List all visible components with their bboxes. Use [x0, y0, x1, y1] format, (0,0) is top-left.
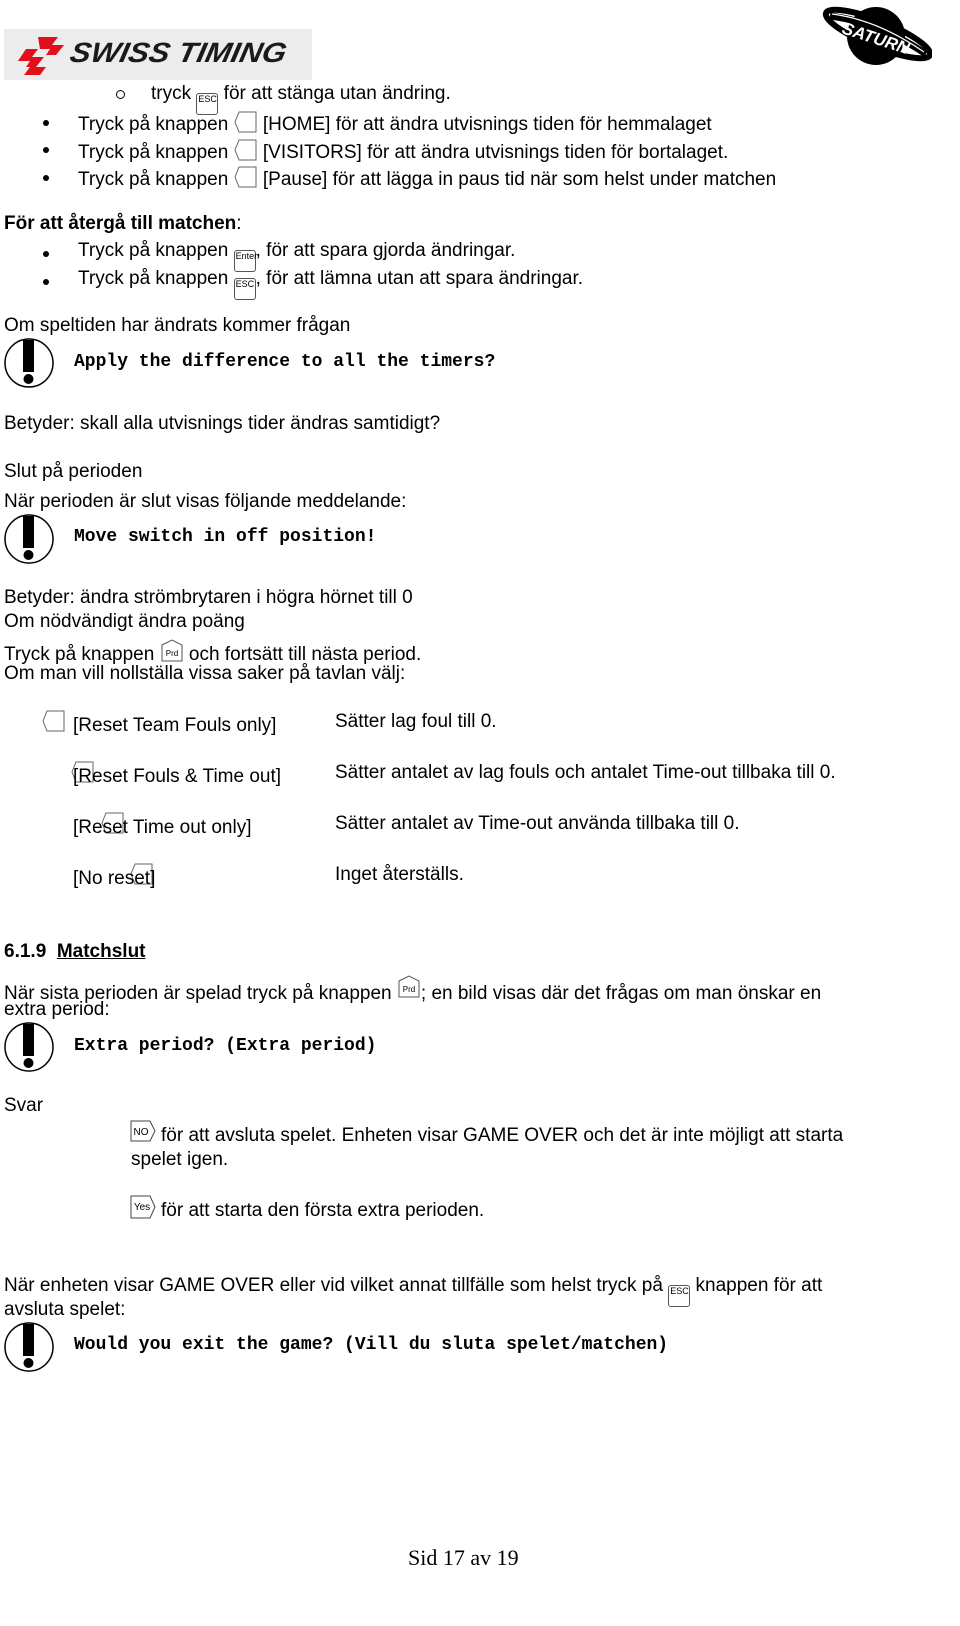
saturn-logo: SATURN: [822, 6, 932, 65]
gametime-intro: Om speltiden har ändrats kommer frågan: [4, 315, 351, 336]
item-suffix: , för att lämna utan att spara ändringar…: [255, 268, 584, 289]
home-key-icon: [234, 111, 257, 133]
bullet-icon: [43, 175, 49, 181]
softkey-icon: [42, 710, 65, 732]
item-prefix: Tryck på knappen: [78, 268, 229, 289]
answer-text: för att starta den första extra perioden…: [161, 1200, 485, 1221]
reset-option-label: [Reset Team Fouls only]: [73, 715, 277, 736]
line-suffix: och fortsätt till nästa period.: [188, 644, 422, 665]
display-message: Move switch in off position!: [74, 527, 377, 547]
answer-text: för att avsluta spelet. Enheten visar GA…: [161, 1125, 844, 1146]
match-end-intro: När sista perioden är spelad tryck på kn…: [4, 975, 821, 1005]
heading-bold: För att återgå till matchen: [4, 213, 237, 234]
match-end-intro-line2: extra period:: [4, 999, 110, 1020]
display-message: Apply the difference to all the timers?: [74, 352, 496, 372]
svg-text:NO: NO: [134, 1127, 149, 1138]
list-item: Tryck på knappen [VISITORS] för att ändr…: [78, 138, 728, 164]
item-suffix: [VISITORS] för att ändra utvisnings tide…: [262, 142, 729, 163]
sub-bullet-icon: [116, 90, 125, 99]
period-end-intro: När perioden är slut visas följande medd…: [4, 491, 407, 512]
item-prefix: Tryck på knappen: [78, 240, 229, 261]
section-title: Matchslut: [56, 941, 146, 962]
item-prefix: tryck: [151, 83, 192, 104]
item-prefix: Tryck på knappen: [78, 114, 229, 135]
section-heading: För att återgå till matchen:: [4, 213, 242, 235]
period-end-line2: Om nödvändigt ändra poäng: [4, 611, 245, 632]
bullet-icon: [43, 279, 49, 285]
item-suffix: , för att spara gjorda ändringar.: [255, 240, 516, 261]
list-item: Tryck på knappen [Pause] för att lägga i…: [78, 165, 776, 191]
page-number: Sid 17 av 19: [408, 1545, 519, 1570]
period-end-meaning: Betyder: ändra strömbrytaren i högra hör…: [4, 587, 413, 608]
item-prefix: Tryck på knappen: [78, 142, 229, 163]
display-message: Would you exit the game? (Vill du sluta …: [74, 1335, 669, 1355]
item-prefix: Tryck på knappen: [78, 169, 229, 190]
answer-text-line2: spelet igen.: [131, 1149, 229, 1170]
period-end-title: Slut på perioden: [4, 461, 143, 482]
reset-option-label: [No reset]: [73, 868, 156, 889]
swiss-timing-wordmark: SWISS TIMING: [67, 37, 290, 68]
swiss-timing-logo: SWISS TIMING: [4, 29, 312, 80]
item-suffix: [HOME] för att ändra utvisnings tiden fö…: [262, 114, 712, 135]
swiss-timing-mark-icon: [18, 37, 64, 75]
reset-option-label: [Reset Time out only]: [73, 817, 252, 838]
warning-icon: [4, 514, 54, 564]
line-prefix: När enheten visar GAME OVER eller vid vi…: [4, 1275, 663, 1296]
gametime-meaning: Betyder: skall alla utvisnings tider änd…: [4, 413, 441, 434]
line-prefix: Tryck på knappen: [4, 644, 155, 665]
reset-option-label: [Reset Fouls & Time out]: [73, 766, 282, 787]
yes-key-icon: Yes: [130, 1195, 156, 1219]
svg-text:Prd: Prd: [165, 649, 177, 658]
section-heading: 6.1.9 Matchslut: [4, 941, 146, 963]
warning-icon: [4, 338, 54, 388]
bullet-icon: [43, 120, 49, 126]
warning-icon: [4, 1022, 54, 1072]
svg-text:Prd: Prd: [403, 985, 415, 994]
line-suffix: ; en bild visas där det frågas om man ön…: [420, 983, 822, 1004]
pause-key-icon: [234, 166, 257, 188]
warning-icon: [4, 1322, 54, 1372]
line-suffix: knappen för att: [695, 1275, 823, 1296]
reset-option-description: Sätter lag foul till 0.: [335, 711, 497, 732]
prd-key-icon: Prd: [398, 975, 420, 998]
reset-option-description: Sätter antalet av lag fouls och antalet …: [335, 762, 836, 783]
period-end-line3: Tryck på knappen Prd och fortsätt till n…: [4, 639, 421, 666]
svg-text:Yes: Yes: [134, 1202, 150, 1213]
answer-label: Svar: [4, 1095, 44, 1116]
section-number: 6.1.9: [4, 941, 47, 962]
prd-key-icon: Prd: [161, 639, 183, 662]
reset-options-list: [Reset Team Fouls only] Sätter lag foul …: [0, 0, 960, 889]
exit-instruction: När enheten visar GAME OVER eller vid vi…: [4, 1275, 822, 1307]
item-suffix: [Pause] för att lägga in paus tid när so…: [262, 169, 777, 190]
bullet-icon: [43, 147, 49, 153]
list-item: Tryck på knappen ESC, för att lämna utan…: [78, 268, 583, 300]
bullet-icon: [43, 251, 49, 257]
display-message: Extra period? (Extra period): [74, 1036, 377, 1056]
esc-key-icon: ESC: [233, 278, 256, 300]
visitors-key-icon: [234, 139, 257, 161]
exit-instruction-line2: avsluta spelet:: [4, 1299, 126, 1320]
no-key-icon: NO: [130, 1120, 156, 1142]
reset-option-description: Inget återställs.: [335, 864, 464, 885]
esc-key-icon: ESC: [668, 1285, 691, 1307]
reset-option-description: Sätter antalet av Time-out använda tillb…: [335, 813, 740, 834]
item-suffix: för att stänga utan ändring.: [223, 83, 451, 104]
heading-colon: :: [236, 213, 242, 234]
list-item: Tryck på knappen [HOME] för att ändra ut…: [78, 110, 712, 136]
period-end-line4: Om man vill nollställa vissa saker på ta…: [4, 663, 406, 684]
